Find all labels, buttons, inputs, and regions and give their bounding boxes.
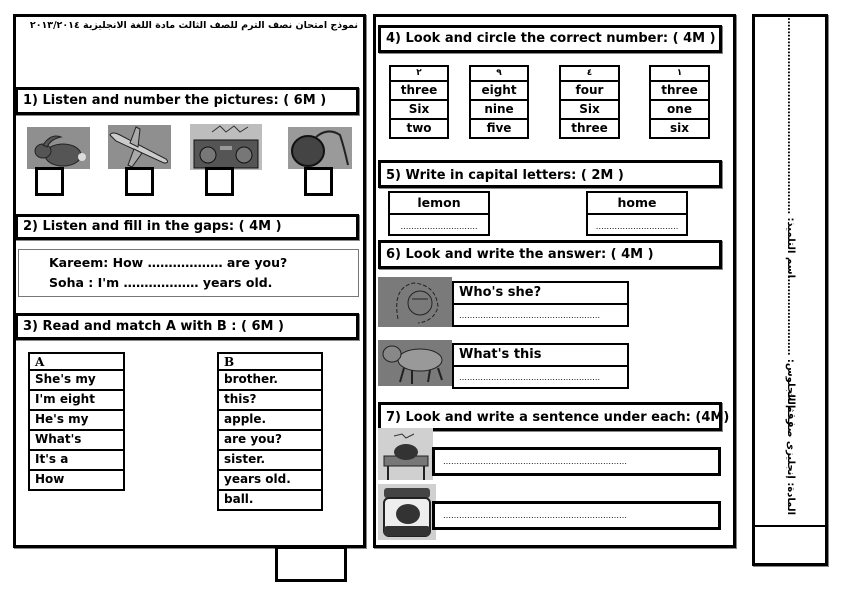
question-text: Who's she? bbox=[452, 281, 629, 305]
jam-jar-picture bbox=[378, 484, 436, 540]
question-box-1: Who's she? ……………………………………….……. bbox=[452, 281, 629, 327]
answer-field[interactable]: ……………………………………….……. bbox=[452, 303, 629, 327]
exam-title: نموذج امتحان نصف الترم للصف الثالث مادة … bbox=[29, 20, 358, 31]
number-option[interactable]: three bbox=[559, 118, 620, 139]
airplane-icon bbox=[108, 125, 171, 169]
section3-header: 3) Read and match A with B : ( 6M ) bbox=[15, 313, 359, 340]
sentence-field-1[interactable]: …………………………………………………………… bbox=[432, 447, 721, 476]
section2-header: 2) Listen and fill in the gaps: ( 4M ) bbox=[15, 214, 359, 240]
word-cell: lemon bbox=[388, 191, 490, 215]
capital-word-2: home …………………………. bbox=[586, 191, 688, 236]
sleeping-boy-icon bbox=[378, 428, 433, 480]
column-a-item[interactable]: He's my bbox=[28, 409, 125, 431]
number-group-2: ٩ eight nine five bbox=[469, 65, 529, 139]
column-b-item[interactable]: apple. bbox=[217, 409, 323, 431]
capital-answer-field[interactable]: …………………………. bbox=[586, 213, 688, 236]
column-b-item[interactable]: this? bbox=[217, 389, 323, 411]
answer-box-2[interactable] bbox=[125, 167, 154, 196]
airplane-picture bbox=[108, 125, 171, 169]
sleeping-boy-picture bbox=[378, 428, 433, 480]
score-box bbox=[275, 546, 347, 582]
fill-gaps-line-1[interactable]: Kareem: How ……………… are you? bbox=[49, 255, 287, 270]
grandmother-icon bbox=[378, 277, 452, 327]
number-option[interactable]: Six bbox=[389, 99, 449, 120]
rabbit-picture bbox=[27, 127, 90, 169]
column-a-item[interactable]: What's bbox=[28, 429, 125, 451]
sentence-field-2[interactable]: …………………………………………………………… bbox=[432, 501, 721, 530]
yoyo-icon bbox=[288, 127, 352, 169]
question-box-2: What's this ……………………………………….……. bbox=[452, 343, 629, 389]
number-option[interactable]: two bbox=[389, 118, 449, 139]
number-option[interactable]: nine bbox=[469, 99, 529, 120]
section5-header: 5) Write in capital letters: ( 2M ) bbox=[378, 160, 722, 188]
section7-header: 7) Look and write a sentence under each:… bbox=[378, 402, 729, 431]
column-a-item[interactable]: It's a bbox=[28, 449, 125, 471]
number-group-3: ٤ four Six three bbox=[559, 65, 620, 139]
subject-label: المادة: إنجليزى صف ثالث bbox=[785, 390, 796, 515]
section4-header: 4) Look and circle the correct number: (… bbox=[378, 25, 722, 53]
rabbit-icon bbox=[27, 127, 90, 169]
radio-icon bbox=[190, 124, 262, 170]
yoyo-picture bbox=[288, 127, 352, 169]
number-option[interactable]: five bbox=[469, 118, 529, 139]
number-group-1: ٢ three Six two bbox=[389, 65, 449, 139]
section1-header: 1) Listen and number the pictures: ( 6M … bbox=[15, 87, 359, 115]
column-b-item[interactable]: sister. bbox=[217, 449, 323, 471]
fill-gaps-line-2[interactable]: Soha : I'm ……………… years old. bbox=[49, 275, 272, 290]
section6-header: 6) Look and write the answer: ( 4M ) bbox=[378, 240, 722, 269]
number-option[interactable]: three bbox=[649, 80, 710, 101]
answer-box-1[interactable] bbox=[35, 167, 64, 196]
grandmother-picture bbox=[378, 277, 452, 327]
column-a-item[interactable]: I'm eight bbox=[28, 389, 125, 411]
sentence-dots: …………………………………………………………… bbox=[443, 511, 627, 520]
number-option[interactable]: Six bbox=[559, 99, 620, 120]
answer-box-4[interactable] bbox=[304, 167, 333, 196]
radio-picture bbox=[190, 124, 262, 170]
column-b-item[interactable]: brother. bbox=[217, 369, 323, 391]
number-option[interactable]: four bbox=[559, 80, 620, 101]
number-group-4: ١ three one six bbox=[649, 65, 710, 139]
info-divider bbox=[755, 525, 825, 527]
sheep-picture bbox=[378, 340, 452, 386]
column-b-item[interactable]: years old. bbox=[217, 469, 323, 491]
number-option[interactable]: eight bbox=[469, 80, 529, 101]
answer-box-3[interactable] bbox=[205, 167, 234, 196]
match-column-a: A She's my I'm eight He's my What's It's… bbox=[28, 352, 125, 491]
number-option[interactable]: six bbox=[649, 118, 710, 139]
column-b-item[interactable]: ball. bbox=[217, 489, 323, 511]
sentence-dots: …………………………………………………………… bbox=[443, 457, 627, 466]
student-name-field[interactable]: اسم التلميذ: …………………………………………………… bbox=[785, 14, 796, 278]
column-b-item[interactable]: are you? bbox=[217, 429, 323, 451]
capital-answer-field[interactable]: ………………….……. bbox=[388, 213, 490, 236]
column-a-item[interactable]: She's my bbox=[28, 369, 125, 391]
question-text: What's this bbox=[452, 343, 629, 367]
number-option[interactable]: three bbox=[389, 80, 449, 101]
word-cell: home bbox=[586, 191, 688, 215]
column-a-item[interactable]: How bbox=[28, 469, 125, 491]
jam-jar-icon bbox=[378, 484, 436, 540]
capital-word-1: lemon ………………….……. bbox=[388, 191, 490, 236]
sheep-icon bbox=[378, 340, 452, 386]
match-column-b: B brother. this? apple. are you? sister.… bbox=[217, 352, 323, 511]
answer-field[interactable]: ……………………………………….……. bbox=[452, 365, 629, 389]
number-option[interactable]: one bbox=[649, 99, 710, 120]
